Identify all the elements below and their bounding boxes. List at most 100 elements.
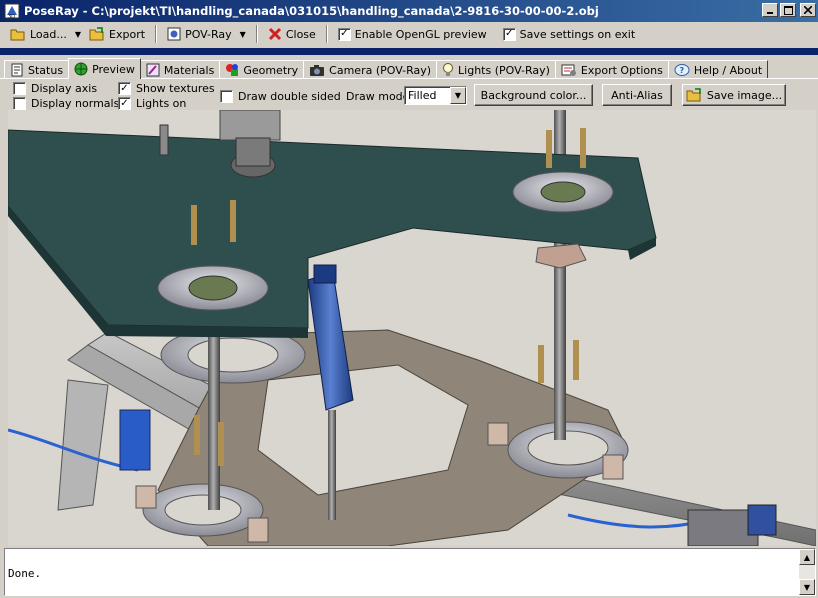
- povray-icon: [167, 27, 181, 41]
- background-color-button[interactable]: Background color...: [474, 84, 593, 106]
- svg-text:?: ?: [679, 66, 684, 75]
- tab-help-about[interactable]: ? Help / About: [667, 60, 769, 79]
- chevron-down-icon: ▼: [74, 29, 82, 39]
- svg-text:3D: 3D: [8, 14, 15, 19]
- tab-label: Preview: [92, 62, 135, 76]
- bolt: [230, 200, 236, 242]
- show-textures-option[interactable]: ✓ Show textures: [118, 82, 215, 95]
- show-textures-checkbox[interactable]: ✓: [118, 82, 131, 95]
- bolt: [538, 345, 544, 383]
- close-window-button[interactable]: [800, 3, 816, 17]
- arrow-down-icon: ▼: [803, 582, 811, 592]
- rail-support: [57, 379, 109, 511]
- close-label: Close: [285, 27, 316, 41]
- lights-on-option[interactable]: ✓ Lights on: [118, 97, 186, 110]
- geometry-icon: [226, 64, 239, 76]
- opengl-checkbox-box[interactable]: ✓: [337, 27, 351, 41]
- bolt: [580, 128, 586, 168]
- display-normals-option[interactable]: Display normals: [13, 97, 119, 110]
- bolt: [546, 130, 552, 168]
- background-color-label: Background color...: [480, 88, 587, 102]
- load-label: Load...: [30, 27, 67, 41]
- rod-nut: [535, 243, 587, 269]
- export-options-icon: [561, 64, 576, 76]
- clamp-block: [247, 517, 269, 543]
- tab-geometry[interactable]: Geometry: [219, 60, 305, 79]
- toolbar: Load... ▼ Export POV-Ray ▼ Close ✓ Enabl…: [0, 22, 818, 46]
- lights-on-label: Lights on: [136, 97, 187, 110]
- locating-pin: [159, 124, 169, 156]
- clamp-block: [602, 454, 624, 480]
- log-console[interactable]: Done. ▲ ▼: [4, 548, 816, 596]
- scroll-up-button[interactable]: ▲: [799, 549, 815, 565]
- draw-mode-value: Filled: [408, 89, 437, 102]
- window-title: PoseRay - C:\projekt\TI\handling_canada\…: [24, 4, 599, 18]
- tab-preview[interactable]: Preview: [68, 58, 141, 79]
- save-settings-checkbox[interactable]: ✓ Save settings on exit: [499, 23, 640, 45]
- help-icon: ?: [674, 64, 690, 76]
- double-sided-label: Draw double sided: [238, 90, 341, 103]
- toolbar-separator: [325, 25, 328, 43]
- display-axis-checkbox[interactable]: [13, 82, 26, 95]
- opengl-preview-viewport[interactable]: [8, 110, 816, 546]
- console-text: Done.: [8, 567, 42, 580]
- clamp-block: [487, 422, 509, 446]
- tab-lights[interactable]: Lights (POV-Ray): [436, 60, 556, 79]
- camera-icon: [310, 65, 325, 76]
- export-icon: [89, 27, 104, 41]
- materials-icon: [146, 63, 160, 77]
- lightbulb-icon: [443, 63, 454, 76]
- lights-on-checkbox[interactable]: ✓: [118, 97, 131, 110]
- toolbar-separator: [255, 25, 258, 43]
- tab-export-options[interactable]: Export Options: [554, 60, 669, 79]
- open-folder-icon: [10, 29, 25, 41]
- save-image-label: Save image...: [706, 88, 783, 102]
- console-scrollbar[interactable]: ▲ ▼: [799, 549, 815, 595]
- tab-label: Status: [28, 63, 64, 77]
- status-icon: [11, 63, 23, 77]
- scroll-down-button[interactable]: ▼: [799, 579, 815, 595]
- tab-materials[interactable]: Materials: [139, 60, 221, 79]
- close-file-button[interactable]: Close: [264, 23, 320, 45]
- export-button[interactable]: Export: [85, 23, 149, 45]
- anti-alias-button[interactable]: Anti-Alias: [602, 84, 672, 106]
- load-button[interactable]: Load... ▼: [6, 23, 85, 45]
- tab-strip: Status Preview Materials Geometry Camera…: [4, 58, 769, 79]
- title-bar: 3D PoseRay - C:\projekt\TI\handling_cana…: [0, 0, 818, 22]
- minimize-icon: [767, 12, 773, 14]
- bolt: [218, 422, 224, 466]
- tab-label: Geometry: [243, 63, 299, 77]
- guide-rod: [328, 410, 336, 520]
- 3d-model-render: [8, 110, 816, 546]
- tab-status[interactable]: Status: [4, 60, 70, 79]
- bolt: [191, 205, 197, 245]
- tab-label: Lights (POV-Ray): [458, 63, 550, 77]
- chevron-down-icon[interactable]: ▼: [450, 87, 466, 104]
- display-normals-checkbox[interactable]: [13, 97, 26, 110]
- double-sided-option[interactable]: Draw double sided: [220, 90, 341, 103]
- povray-button[interactable]: POV-Ray ▼: [163, 23, 250, 45]
- tab-camera[interactable]: Camera (POV-Ray): [303, 60, 438, 79]
- save-settings-checkbox-box[interactable]: ✓: [502, 27, 516, 41]
- draw-mode-select[interactable]: Filled ▼: [404, 86, 467, 105]
- opengl-label: Enable OpenGL preview: [354, 27, 487, 41]
- double-sided-checkbox[interactable]: [220, 90, 233, 103]
- bolt: [194, 415, 200, 455]
- minimize-button[interactable]: [762, 3, 778, 17]
- save-settings-label: Save settings on exit: [519, 27, 636, 41]
- sensor-box: [119, 409, 151, 471]
- anti-alias-label: Anti-Alias: [611, 88, 663, 102]
- save-image-button[interactable]: Save image...: [682, 84, 786, 106]
- arrow-up-icon: ▲: [803, 552, 811, 562]
- bolt: [573, 340, 579, 380]
- show-textures-label: Show textures: [136, 82, 215, 95]
- display-axis-option[interactable]: Display axis: [13, 82, 97, 95]
- maximize-button[interactable]: [780, 3, 796, 17]
- chevron-down-icon: ▼: [239, 29, 246, 39]
- toolbar-separator: [155, 25, 158, 43]
- tab-label: Help / About: [693, 63, 763, 77]
- red-x-icon: [268, 27, 281, 41]
- close-icon: [804, 6, 812, 14]
- display-normals-label: Display normals: [31, 97, 120, 110]
- opengl-preview-checkbox[interactable]: ✓ Enable OpenGL preview: [334, 23, 491, 45]
